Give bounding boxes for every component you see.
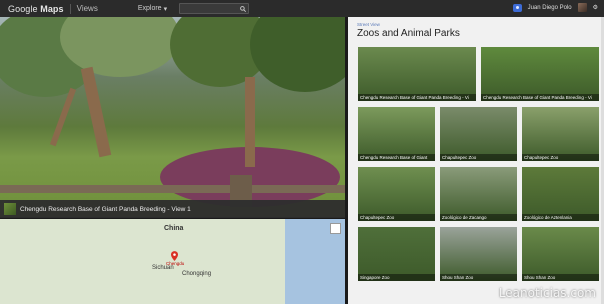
map-label-country: China <box>164 225 184 232</box>
caption-text: Chengdu Research Base of Giant Panda Bre… <box>20 205 191 213</box>
panorama-tile[interactable]: Chengdu Research Base of Giant Panda Bre… <box>481 47 599 101</box>
panorama-tile[interactable]: Chapultepec Zoo <box>358 167 435 221</box>
map-label-city: Chengdu <box>166 261 185 266</box>
mini-map[interactable]: China Sichuan Chongqing Chengdu <box>0 219 345 304</box>
breadcrumb[interactable]: Street View <box>357 22 380 27</box>
divider <box>69 3 71 14</box>
explore-label: Explore <box>137 5 162 12</box>
tile-label: Chapultepec Zoo <box>522 154 599 161</box>
expand-map-button[interactable] <box>330 223 341 234</box>
tile-label: Chapultepec Zoo <box>358 214 435 221</box>
search-input[interactable] <box>179 3 250 14</box>
gear-icon[interactable]: ⚙ <box>593 4 598 11</box>
camera-icon[interactable] <box>512 3 522 12</box>
panorama-tile[interactable]: Chapultepec Zoo <box>440 107 517 161</box>
watermark: Leanoticias.com <box>498 286 596 300</box>
panorama-caption: Chengdu Research Base of Giant Panda Bre… <box>0 200 345 218</box>
tile-label: Shou Shan Zoo <box>522 274 599 281</box>
google-maps-logo[interactable]: Google Maps <box>8 4 64 14</box>
user-tools: Juan Diego Polo ⚙ <box>512 3 598 12</box>
panorama-tile[interactable]: Chengdu Research Base of Giant <box>358 107 435 161</box>
street-view-panorama[interactable] <box>0 17 345 217</box>
panorama-thumbnail[interactable] <box>4 203 16 215</box>
tile-label: Chengdu Research Base of Giant <box>358 154 435 161</box>
page-title: Zoos and Animal Parks <box>357 28 460 39</box>
panorama-tile[interactable]: Chengdu Research Base of Giant Panda Bre… <box>358 47 476 101</box>
user-name[interactable]: Juan Diego Polo <box>528 5 572 11</box>
panorama-tile[interactable]: Shou Shan Zoo <box>440 227 517 281</box>
panorama-tile[interactable]: Zoológico de Aztenlania <box>522 167 599 221</box>
tile-label: Singapore Zoo <box>358 274 435 281</box>
panorama-tile[interactable]: Chapultepec Zoo <box>522 107 599 161</box>
avatar[interactable] <box>577 3 587 12</box>
panorama-tile[interactable]: Singapore Zoo <box>358 227 435 281</box>
tile-label: Chengdu Research Base of Giant Panda Bre… <box>358 94 476 101</box>
section-title[interactable]: Views <box>77 4 98 13</box>
tile-label: Chengdu Research Base of Giant Panda Bre… <box>481 94 599 101</box>
collection-panel: Street View Zoos and Animal Parks Chengd… <box>348 17 604 304</box>
panorama-tile[interactable]: Zoológico de Zacango <box>440 167 517 221</box>
chevron-down-icon: ▾ <box>163 5 168 13</box>
search-icon[interactable] <box>240 5 247 12</box>
tile-label: Zoológico de Aztenlania <box>522 214 599 221</box>
tile-label: Chapultepec Zoo <box>440 154 517 161</box>
explore-menu[interactable]: Explore ▾ <box>138 5 167 13</box>
tile-label: Shou Shan Zoo <box>440 274 517 281</box>
location-pin-icon[interactable] <box>171 251 178 261</box>
map-label-city: Chongqing <box>182 271 212 277</box>
panorama-tile[interactable]: Shou Shan Zoo <box>522 227 599 281</box>
top-bar: Google Maps Views Explore ▾ Juan Diego P… <box>0 0 604 17</box>
tile-label: Zoológico de Zacango <box>440 214 517 221</box>
